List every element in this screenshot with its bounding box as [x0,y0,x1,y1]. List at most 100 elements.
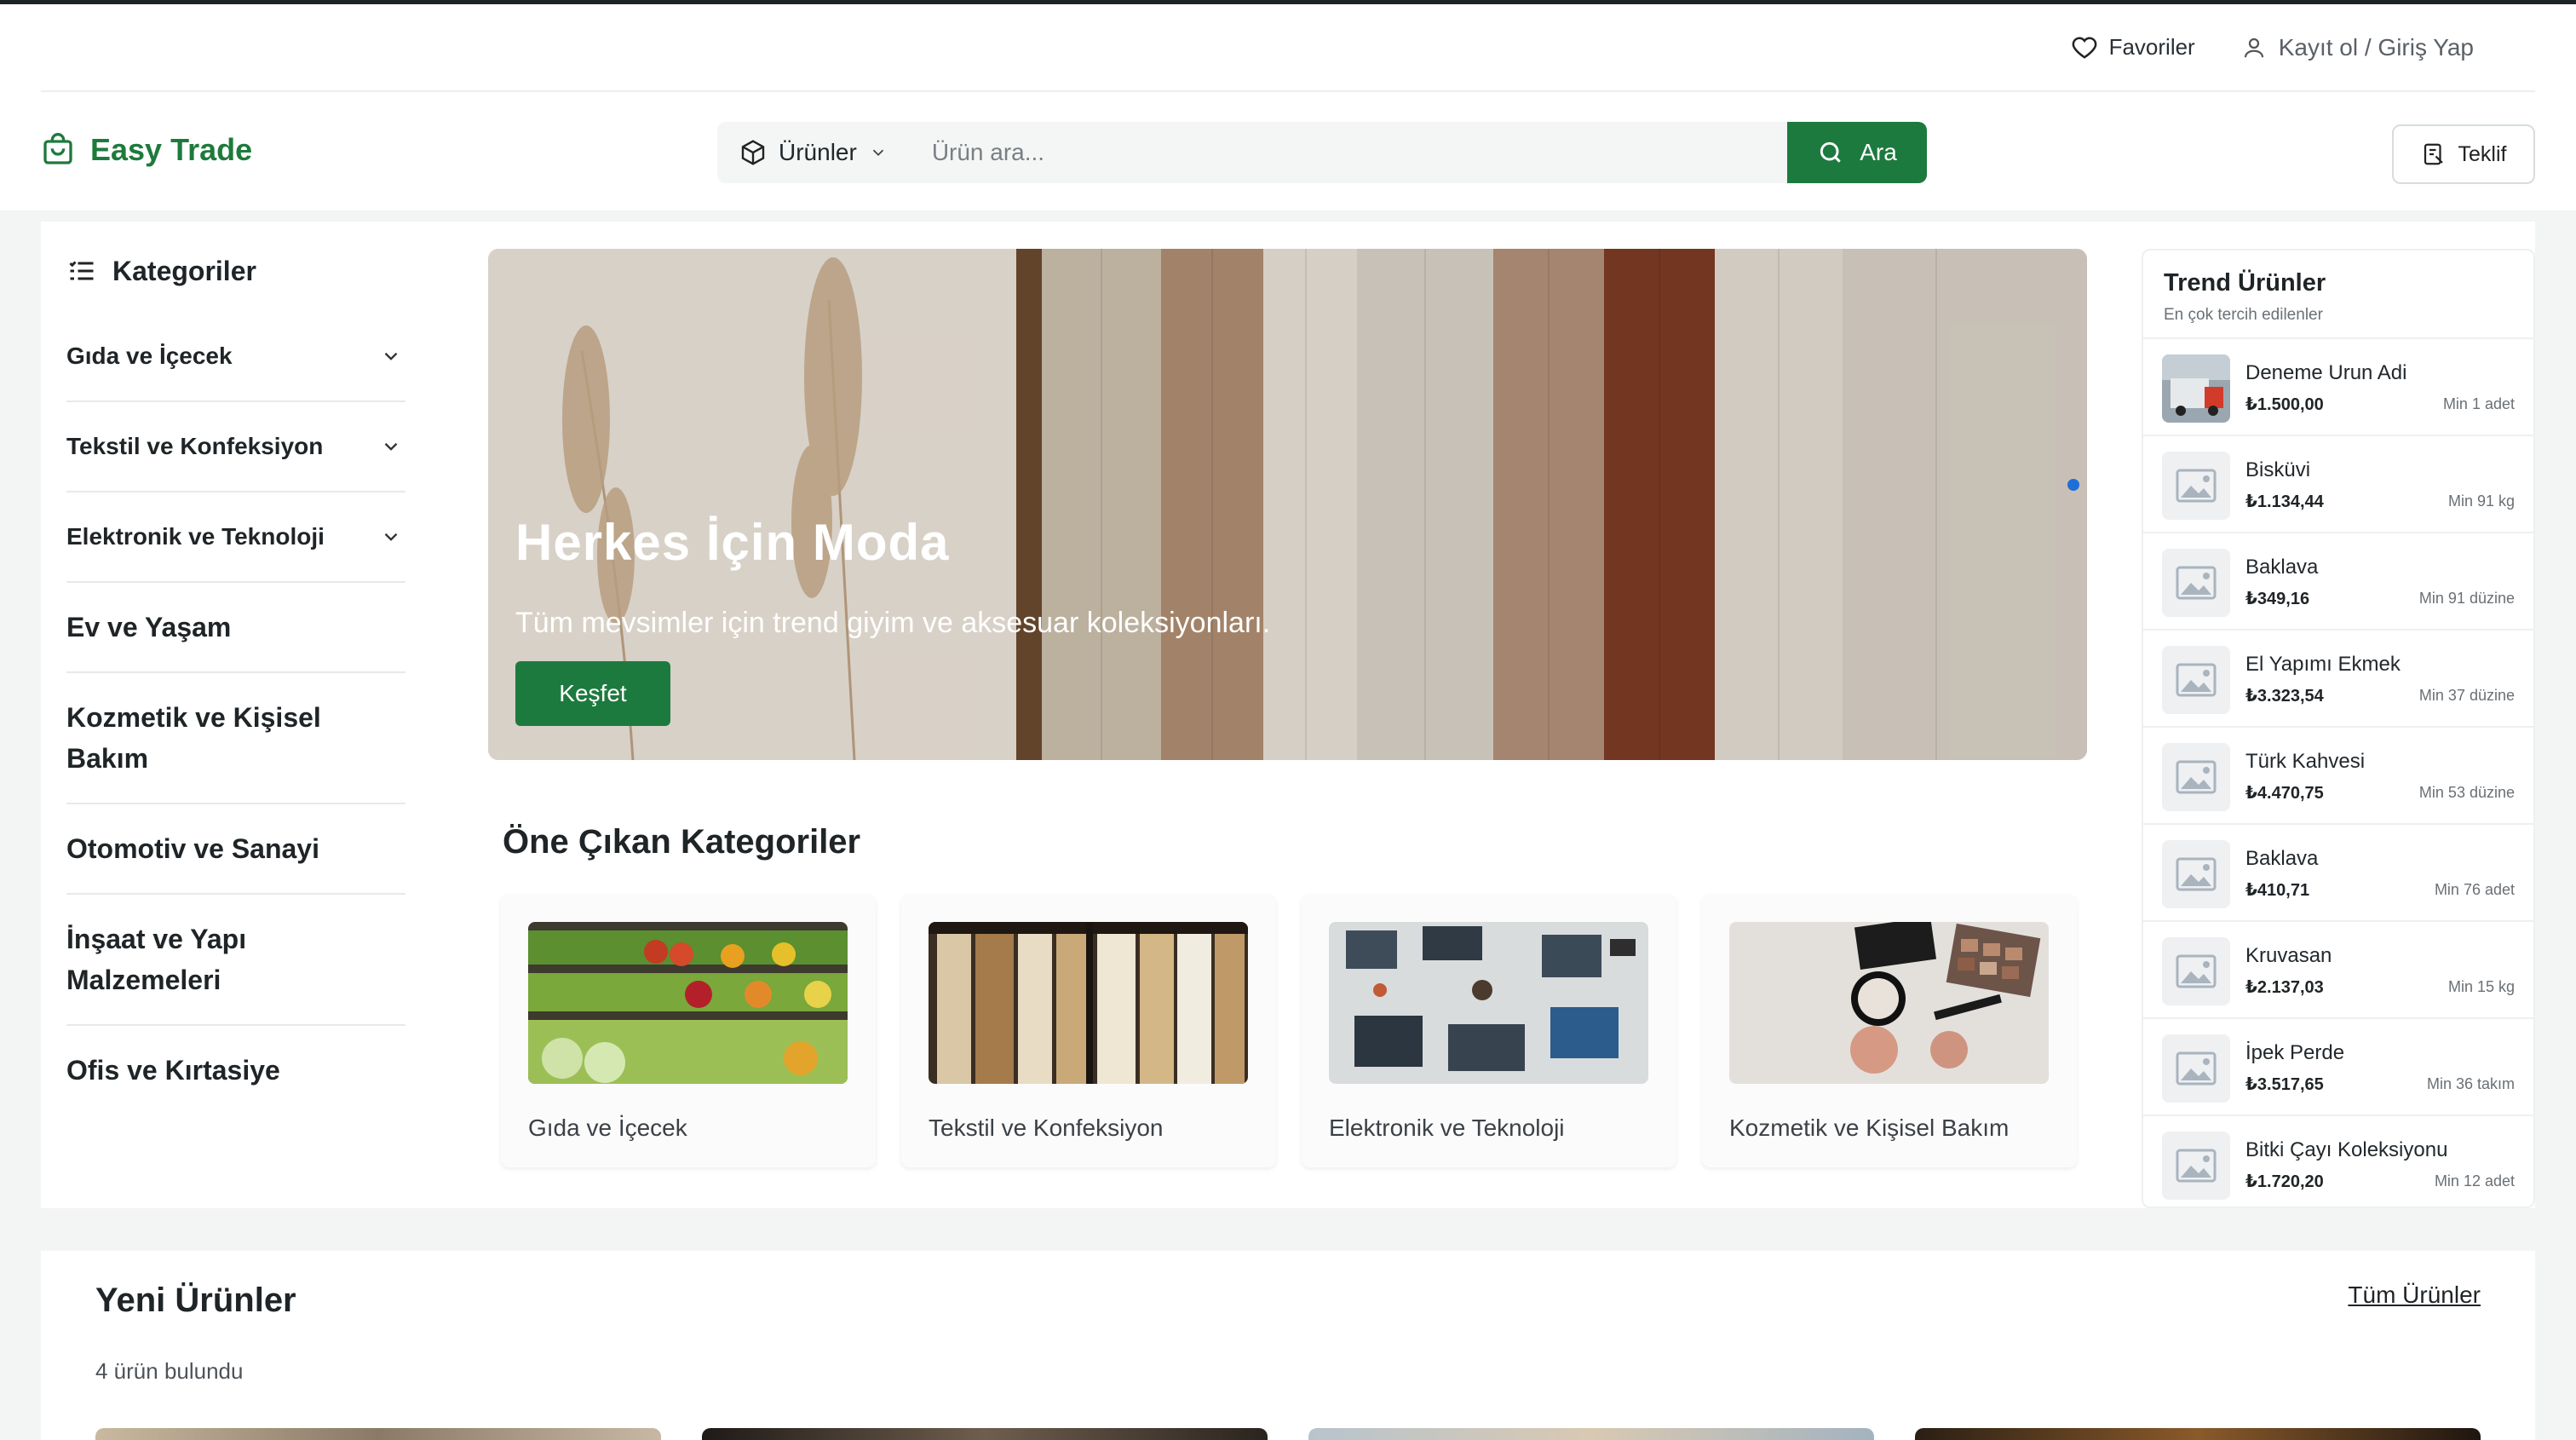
featured-categories-grid: Gıda ve İçecek Tekstil ve Konfeksiyon El… [501,895,2077,1172]
featured-card-image [1729,922,2049,1084]
chevron-down-icon [872,149,883,157]
search-input[interactable] [909,122,1787,183]
cosmetics-image [1729,922,2049,1084]
favorites-link[interactable]: Favoriler [2072,34,2195,60]
auth-label: Kayıt ol / Giriş Yap [2278,33,2474,60]
trend-item[interactable]: Türk Kahvesi ₺4.470,75 Min 53 düzine [2143,728,2533,825]
sidebar-item-label: Tekstil ve Konfeksiyon [66,433,324,459]
trend-item-price: ₺4.470,75 [2245,784,2324,803]
carousel-indicator[interactable] [2067,479,2079,491]
trend-item[interactable]: Bitki Çayı Koleksiyonu ₺1.720,20 Min 12 … [2143,1116,2533,1207]
sidebar-item-construction[interactable]: İnşaat ve Yapı Malzemeleri [66,895,405,1026]
trend-item-price: ₺349,16 [2245,590,2310,608]
trend-item[interactable]: Bisküvi ₺1.134,44 Min 91 kg [2143,436,2533,533]
sidebar-item-label: Gıda ve İçecek [66,343,233,369]
trend-item-min: Min 1 adet [2442,395,2515,412]
featured-card-food[interactable]: Gıda ve İçecek [501,895,876,1167]
sidebar-item-label: İnşaat ve Yapı Malzemeleri [66,924,247,995]
product-thumbnail [2162,354,2230,423]
sidebar-item-label: Ofis ve Kırtasiye [66,1055,280,1086]
trend-item-price: ₺1.500,00 [2245,395,2324,414]
trending-products-panel: Trend Ürünler En çok tercih edilenler De… [2142,249,2535,1208]
sidebar-item-automotive[interactable]: Otomotiv ve Sanayi [66,804,405,895]
offer-label: Teklif [2458,141,2507,166]
trend-item-min: Min 91 düzine [2418,590,2515,607]
hero-subtitle: Tüm mevsimler için trend giyim ve aksesu… [515,607,1271,639]
trend-item[interactable]: İpek Perde ₺3.517,65 Min 36 takım [2143,1019,2533,1116]
sidebar-item-textile[interactable]: Tekstil ve Konfeksiyon [66,402,405,492]
hero-image [488,249,2087,760]
trend-item-name: Deneme Urun Adi [2245,361,2407,384]
box-icon [741,140,765,165]
trend-title: Trend Ürünler [2164,269,2326,297]
product-card[interactable] [1308,1428,1874,1440]
search-category-label: Ürünler [779,139,857,165]
sidebar-item-label: Otomotiv ve Sanayi [66,833,319,864]
trend-item-name: El Yapımı Ekmek [2245,653,2401,676]
list-icon [69,261,94,280]
featured-card-label: Elektronik ve Teknoloji [1329,1115,1565,1141]
favorites-label: Favoriler [2108,34,2195,60]
search-bar: Ürünler Ara [717,122,1927,183]
offer-button[interactable]: Teklif [2392,124,2535,184]
utility-bar: Favoriler Kayıt ol / Giriş Yap [41,4,2535,92]
sidebar-item-label: Ev ve Yaşam [66,612,232,642]
image-placeholder-icon [2162,549,2230,617]
product-card[interactable] [95,1428,661,1440]
trend-item-name: Kruvasan [2245,944,2332,967]
image-placeholder-icon [2162,1034,2230,1103]
auth-link[interactable]: Kayıt ol / Giriş Yap [2241,34,2474,61]
featured-card-label: Kozmetik ve Kişisel Bakım [1729,1115,2010,1141]
sidebar-item-electronics[interactable]: Elektronik ve Teknoloji [66,492,405,583]
sidebar-item-food[interactable]: Gıda ve İçecek [66,312,405,402]
desk-laptops-image [1329,922,1648,1084]
trend-item-min: Min 53 düzine [2418,784,2515,801]
featured-card-electronics[interactable]: Elektronik ve Teknoloji [1302,895,1676,1167]
featured-card-label: Gıda ve İçecek [528,1115,687,1141]
trend-item-price: ₺1.134,44 [2245,492,2324,511]
image-placeholder-icon [2162,840,2230,908]
sidebar-item-office[interactable]: Ofis ve Kırtasiye [66,1026,405,1115]
search-icon [1820,141,1841,163]
trend-item-min: Min 36 takım [2426,1075,2515,1092]
trend-item-name: Baklava [2245,556,2319,579]
all-products-link[interactable]: Tüm Ürünler [2348,1282,2481,1309]
featured-card-image [1329,922,1648,1084]
trend-item[interactable]: Deneme Urun Adi ₺1.500,00 Min 1 adet [2143,339,2533,436]
trend-item[interactable]: Baklava ₺410,71 Min 76 adet [2143,825,2533,922]
brand-logo[interactable]: Easy Trade [41,132,252,168]
trend-item[interactable]: Kruvasan ₺2.137,03 Min 15 kg [2143,922,2533,1019]
hero-banner[interactable]: Herkes İçin Moda Tüm mevsimler için tren… [488,249,2087,760]
search-category-select[interactable]: Ürünler [717,122,910,183]
sidebar-item-home[interactable]: Ev ve Yaşam [66,583,405,673]
shopping-bag-icon [43,133,72,164]
image-placeholder-icon [2162,743,2230,811]
trend-item-name: Bisküvi [2245,458,2311,481]
heart-icon [2072,37,2096,59]
product-card[interactable] [1915,1428,2481,1440]
chevron-down-icon [384,442,398,451]
image-placeholder-icon [2162,1132,2230,1200]
trend-item[interactable]: Baklava ₺349,16 Min 91 düzine [2143,533,2533,631]
quote-icon [2424,143,2443,165]
sidebar-item-cosmetics[interactable]: Kozmetik ve Kişisel Bakım [66,673,405,804]
search-button-label: Ara [1860,139,1897,165]
product-card[interactable] [702,1428,1268,1440]
main-content: Kategoriler Gıda ve İçecek Tekstil ve Ko… [41,222,2535,1208]
trend-item[interactable]: El Yapımı Ekmek ₺3.323,54 Min 37 düzine [2143,631,2533,728]
trend-subtitle: En çok tercih edilenler [2164,306,2323,324]
featured-card-cosmetics[interactable]: Kozmetik ve Kişisel Bakım [1702,895,2077,1167]
sidebar-item-label: Kozmetik ve Kişisel Bakım [66,702,321,774]
trend-item-price: ₺1.720,20 [2245,1172,2324,1191]
trend-item-price: ₺3.517,65 [2245,1075,2324,1094]
image-placeholder-icon [2162,646,2230,714]
search-button[interactable]: Ara [1787,122,1927,183]
featured-card-textile[interactable]: Tekstil ve Konfeksiyon [901,895,1276,1167]
hero-explore-button[interactable]: Keşfet [515,661,670,726]
featured-card-image [929,922,1248,1084]
brand-name: Easy Trade [90,132,253,167]
chevron-down-icon [384,352,398,360]
chevron-down-icon [384,533,398,541]
trend-item-min: Min 91 kg [2447,492,2515,510]
featured-card-label: Tekstil ve Konfeksiyon [929,1115,1164,1141]
